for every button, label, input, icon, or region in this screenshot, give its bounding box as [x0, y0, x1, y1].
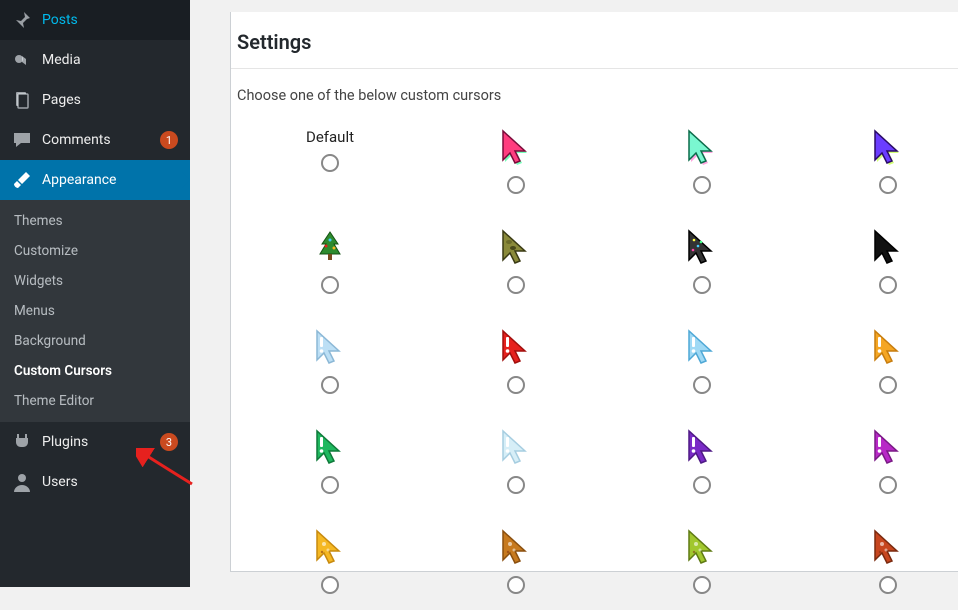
cursor-radio[interactable] — [879, 276, 897, 294]
page-title: Settings — [231, 12, 958, 69]
main-content: Settings Choose one of the below custom … — [190, 0, 958, 587]
cursor-option-black — [795, 228, 958, 310]
cursor-option-food-fruit — [423, 528, 609, 610]
pin-icon — [12, 10, 32, 30]
cursor-option-ex-purple — [609, 428, 795, 510]
sidebar-label: Media — [42, 52, 178, 68]
cursor-option-ex-pale — [423, 428, 609, 510]
admin-sidebar: Posts Media Pages Comments 1 Appearance … — [0, 0, 190, 587]
cursor-option-ex-lightblue — [237, 328, 423, 410]
cursor-option-camo — [423, 228, 609, 310]
cursor-icon — [682, 328, 722, 368]
submenu-background[interactable]: Background — [0, 326, 190, 356]
sidebar-label: Users — [42, 474, 178, 490]
cursor-radio[interactable] — [693, 576, 711, 594]
sidebar-label: Posts — [42, 12, 178, 28]
comment-icon — [12, 130, 32, 150]
user-icon — [12, 472, 32, 492]
cursor-icon — [496, 528, 536, 568]
submenu-custom-cursors[interactable]: Custom Cursors — [0, 356, 190, 386]
cursor-icon — [496, 228, 536, 268]
comments-badge: 1 — [160, 131, 178, 149]
submenu-themes[interactable]: Themes — [0, 206, 190, 236]
settings-subtitle: Choose one of the below custom cursors — [237, 87, 952, 104]
cursor-radio[interactable] — [693, 376, 711, 394]
sidebar-label: Appearance — [42, 172, 178, 188]
cursor-radio[interactable] — [879, 576, 897, 594]
cursor-icon — [868, 428, 908, 468]
cursor-radio[interactable] — [879, 376, 897, 394]
cursor-icon — [868, 128, 908, 168]
cursor-radio[interactable] — [693, 476, 711, 494]
submenu-menus[interactable]: Menus — [0, 296, 190, 326]
cursor-icon — [682, 128, 722, 168]
cursor-icon — [496, 428, 536, 468]
cursor-icon — [682, 228, 722, 268]
sidebar-label: Pages — [42, 92, 178, 108]
submenu-customize[interactable]: Customize — [0, 236, 190, 266]
brush-icon — [12, 170, 32, 190]
cursor-radio[interactable] — [879, 176, 897, 194]
cursor-radio[interactable] — [321, 154, 339, 172]
cursor-radio[interactable] — [507, 176, 525, 194]
cursor-grid: Default — [237, 128, 952, 610]
cursor-option-food-yellow — [237, 528, 423, 610]
plugins-badge: 3 — [160, 433, 178, 451]
submenu-theme-editor[interactable]: Theme Editor — [0, 386, 190, 416]
cursor-radio[interactable] — [507, 576, 525, 594]
cursor-icon — [310, 228, 350, 268]
cursor-radio[interactable] — [321, 276, 339, 294]
cursor-option-pink-neon — [423, 128, 609, 210]
cursor-option-ex-magenta — [795, 428, 958, 510]
cursor-icon — [310, 428, 350, 468]
cursor-icon — [868, 328, 908, 368]
cursor-radio[interactable] — [321, 476, 339, 494]
cursor-radio[interactable] — [693, 276, 711, 294]
cursor-icon — [682, 428, 722, 468]
cursor-radio[interactable] — [507, 276, 525, 294]
cursor-icon — [310, 328, 350, 368]
cursor-icon — [310, 528, 350, 568]
sidebar-item-comments[interactable]: Comments 1 — [0, 120, 190, 160]
cursor-radio[interactable] — [507, 476, 525, 494]
cursor-option-mint-neon — [609, 128, 795, 210]
sidebar-label: Plugins — [42, 434, 156, 450]
sidebar-item-users[interactable]: Users — [0, 462, 190, 502]
cursor-icon — [868, 228, 908, 268]
cursor-icon — [682, 528, 722, 568]
sidebar-item-posts[interactable]: Posts — [0, 0, 190, 40]
cursor-option-purple-neon — [795, 128, 958, 210]
cursor-icon — [868, 528, 908, 568]
sidebar-item-media[interactable]: Media — [0, 40, 190, 80]
sidebar-label: Comments — [42, 132, 156, 148]
cursor-radio[interactable] — [321, 376, 339, 394]
sidebar-item-pages[interactable]: Pages — [0, 80, 190, 120]
page-icon — [12, 90, 32, 110]
settings-panel: Settings Choose one of the below custom … — [230, 12, 958, 572]
media-icon — [12, 50, 32, 70]
default-label: Default — [306, 128, 354, 146]
cursor-radio[interactable] — [321, 576, 339, 594]
cursor-option-ex-sky — [609, 328, 795, 410]
sidebar-item-plugins[interactable]: Plugins 3 — [0, 422, 190, 462]
cursor-radio[interactable] — [507, 376, 525, 394]
appearance-submenu: Themes Customize Widgets Menus Backgroun… — [0, 200, 190, 422]
cursor-option-confetti — [609, 228, 795, 310]
cursor-radio[interactable] — [693, 176, 711, 194]
cursor-option-ex-green — [237, 428, 423, 510]
cursor-icon — [496, 128, 536, 168]
submenu-widgets[interactable]: Widgets — [0, 266, 190, 296]
cursor-icon — [496, 328, 536, 368]
plugin-icon — [12, 432, 32, 452]
cursor-option-food-choco — [795, 528, 958, 610]
sidebar-item-appearance[interactable]: Appearance — [0, 160, 190, 200]
cursor-option-ex-red — [423, 328, 609, 410]
cursor-option-default: Default — [237, 128, 423, 210]
cursor-option-tree — [237, 228, 423, 310]
cursor-radio[interactable] — [879, 476, 897, 494]
cursor-option-food-kiwi — [609, 528, 795, 610]
cursor-option-ex-orange — [795, 328, 958, 410]
